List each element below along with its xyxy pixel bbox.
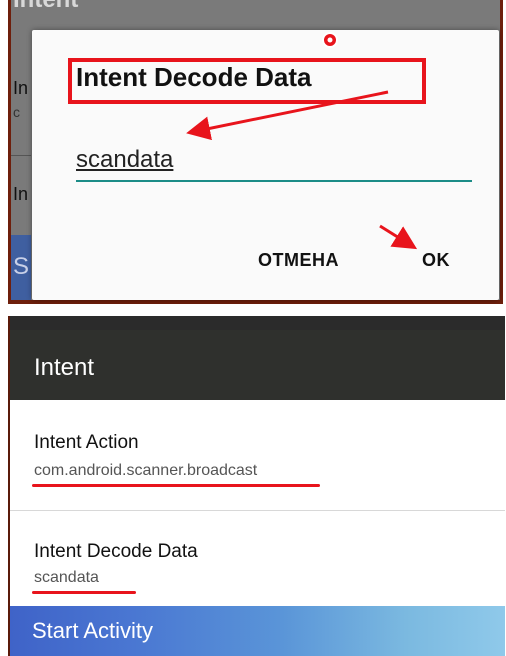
intent-decode-data-dialog: Intent Decode Data ОТМЕНА OK	[32, 30, 499, 300]
intent-screen-screenshot: Intent Intent Action com.android.scanner…	[8, 316, 505, 656]
background-button-fragment: S	[13, 253, 30, 280]
app-bar: Intent	[10, 330, 505, 400]
background-item-fragment: In	[13, 78, 29, 98]
list-item-intent-action[interactable]: Intent Action com.android.scanner.broadc…	[10, 400, 505, 510]
touch-cursor-icon	[322, 32, 338, 48]
item-value: com.android.scanner.broadcast	[34, 462, 258, 479]
ok-button[interactable]: OK	[422, 250, 450, 271]
background-title: Intent	[13, 0, 78, 14]
dialog-title: Intent Decode Data	[76, 62, 312, 92]
list-item-intent-decode-data[interactable]: Intent Decode Data scandata	[10, 511, 505, 606]
decode-data-input[interactable]	[76, 140, 472, 182]
background-item-fragment: c	[13, 104, 20, 120]
background-item-fragment: In	[13, 184, 29, 204]
item-value: scandata	[34, 569, 99, 586]
app-title: Intent	[34, 354, 95, 381]
dialog-screenshot: Intent In c In S Intent Decode Data ОТМЕ…	[8, 0, 503, 304]
item-label: Intent Decode Data	[34, 541, 198, 562]
annotation-underline	[32, 484, 320, 487]
status-bar	[10, 316, 505, 330]
background-divider	[11, 155, 31, 156]
item-label: Intent Action	[34, 432, 139, 453]
cancel-button[interactable]: ОТМЕНА	[258, 250, 339, 271]
start-activity-button[interactable]: Start Activity	[10, 606, 505, 656]
background-start-button: S	[11, 235, 31, 300]
annotation-underline	[32, 591, 136, 594]
